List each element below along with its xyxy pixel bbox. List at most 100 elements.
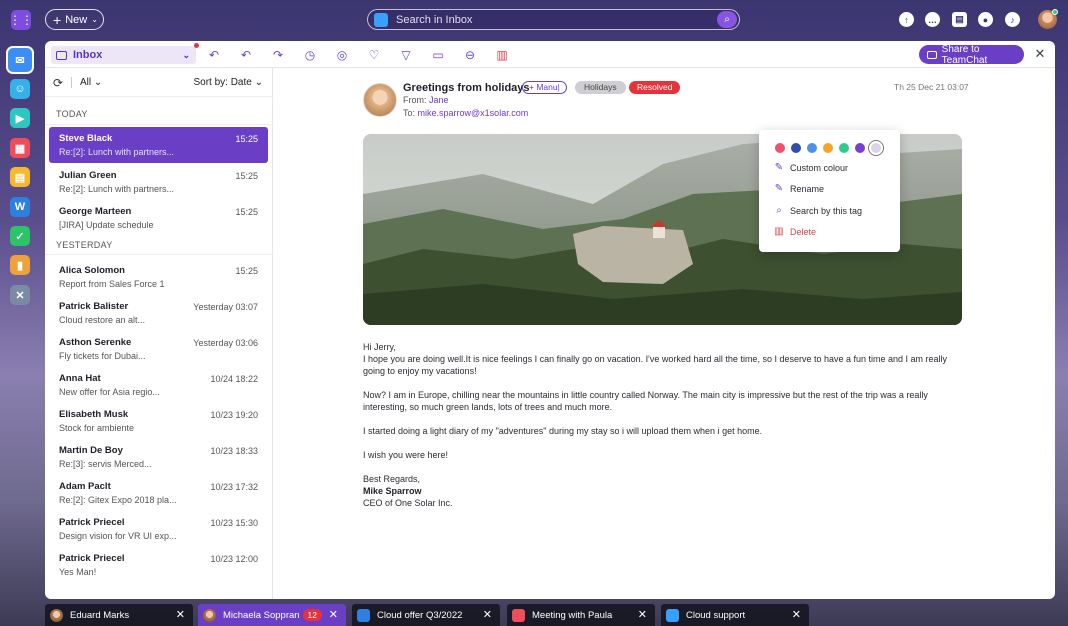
avatar: [50, 608, 63, 622]
trash-icon: ▥: [774, 226, 784, 237]
calendar-app-icon[interactable]: ▦: [10, 138, 30, 158]
task-label: Michaela Soppran: [223, 609, 300, 621]
tag-input[interactable]: + Manu|: [522, 81, 567, 94]
close-icon[interactable]: ✕: [1033, 46, 1047, 61]
menu-item-label: Custom colour: [790, 162, 849, 173]
task-tab-active[interactable]: Michaela Soppran 12 ✕: [198, 604, 346, 626]
section-today: TODAY: [56, 109, 88, 119]
list-item[interactable]: Elisabeth Musk Stock for ambiente 10/23 …: [49, 403, 268, 437]
mail-icon[interactable]: ✉: [8, 48, 32, 72]
search-icon[interactable]: ⌕: [717, 11, 737, 28]
search-input[interactable]: Search in Inbox: [396, 14, 717, 26]
close-icon[interactable]: ✕: [176, 608, 185, 621]
reply-icon[interactable]: ↶: [207, 48, 221, 62]
message-time: 10/23 12:00: [210, 554, 258, 564]
color-swatch[interactable]: [823, 143, 833, 153]
list-item[interactable]: Asthon Serenke Fly tickets for Dubai... …: [49, 331, 268, 365]
folder-selector[interactable]: Inbox ⌄: [51, 43, 199, 64]
task-tab[interactable]: Eduard Marks ✕: [45, 604, 193, 626]
email-paragraph: Now? I am in Europe, chilling near the m…: [363, 390, 928, 412]
message-time: 10/24 18:22: [210, 374, 258, 384]
color-swatch[interactable]: [775, 143, 785, 153]
task-tab[interactable]: Cloud offer Q3/2022 ✕: [352, 604, 500, 626]
list-item[interactable]: Alica Solomon Report from Sales Force 1 …: [49, 259, 268, 293]
mail-icon: [666, 608, 679, 622]
list-item[interactable]: Anna Hat New offer for Asia regio... 10/…: [49, 367, 268, 401]
color-swatch-selected[interactable]: [871, 143, 881, 153]
menu-item-search-tag[interactable]: ⌕ Search by this tag: [774, 205, 862, 216]
list-item[interactable]: Patrick Balister Cloud restore an alt...…: [49, 295, 268, 329]
message-subject: Re:[2]: Lunch with partners...: [59, 147, 175, 157]
clock-icon[interactable]: ◷: [303, 48, 317, 62]
forward-icon[interactable]: ↷: [271, 48, 285, 62]
print-icon[interactable]: ▭: [431, 48, 445, 62]
user-avatar[interactable]: [1038, 9, 1058, 29]
message-subject: Re:[2]: Lunch with partners...: [59, 184, 175, 194]
tag-holidays[interactable]: Holidays: [575, 81, 626, 94]
bell-icon[interactable]: ♪: [1005, 12, 1020, 27]
color-swatch[interactable]: [839, 143, 849, 153]
close-icon[interactable]: ✕: [792, 608, 801, 621]
avatar: [203, 608, 216, 622]
reply-all-icon[interactable]: ↶: [239, 48, 253, 62]
block-icon[interactable]: ⊖: [463, 48, 477, 62]
list-item[interactable]: Julian Green Re:[2]: Lunch with partners…: [49, 164, 268, 198]
apps-grid-icon[interactable]: ⋮⋮: [9, 10, 33, 30]
close-icon[interactable]: ✕: [638, 608, 647, 621]
message-time: 15:25: [235, 134, 258, 144]
notes-icon[interactable]: ▤: [10, 167, 30, 187]
calendar-icon: [512, 608, 525, 622]
calendar-icon[interactable]: ▤: [952, 12, 967, 27]
word-icon[interactable]: W: [10, 197, 30, 217]
message-icon[interactable]: ●: [978, 12, 993, 27]
color-swatch[interactable]: [791, 143, 801, 153]
filter-label: All: [80, 77, 92, 88]
menu-item-delete[interactable]: ▥ Delete: [774, 226, 816, 237]
trash-icon[interactable]: ▥: [495, 48, 509, 62]
online-status-dot: [1052, 9, 1058, 15]
from-sender-link[interactable]: Jane: [429, 95, 449, 105]
color-swatch[interactable]: [855, 143, 865, 153]
list-item[interactable]: Martin De Boy Re:[3]: servis Merced... 1…: [49, 439, 268, 473]
close-icon[interactable]: ✕: [329, 608, 338, 621]
menu-item-custom-colour[interactable]: ✎ Custom colour: [774, 162, 848, 173]
divider: [45, 124, 273, 125]
to-address-link[interactable]: mike.sparrow@x1solar.com: [418, 108, 529, 118]
thumbs-down-icon[interactable]: ▽: [399, 48, 413, 62]
menu-item-rename[interactable]: ✎ Rename: [774, 183, 824, 194]
share-to-teamchat-button[interactable]: Share to TeamChat: [919, 44, 1024, 66]
color-swatch[interactable]: [807, 143, 817, 153]
email-paragraph: I wish you were here!: [363, 450, 449, 460]
upload-icon[interactable]: ↑: [899, 12, 914, 27]
list-item[interactable]: Adam Paclt Re:[2]: Gitex Expo 2018 pla..…: [49, 475, 268, 509]
search-bar[interactable]: Search in Inbox ⌕: [367, 9, 740, 30]
check-circle-icon[interactable]: ◎: [335, 48, 349, 62]
refresh-icon[interactable]: ⟳: [53, 76, 63, 90]
menu-item-label: Search by this tag: [790, 205, 863, 216]
message-subject: Stock for ambiente: [59, 423, 135, 433]
list-item[interactable]: George Marteen [JIRA] Update schedule 15…: [49, 200, 268, 234]
new-button[interactable]: + New ⌄: [45, 9, 104, 30]
message-time: Yesterday 03:06: [193, 338, 258, 348]
thumbs-up-icon[interactable]: ♡: [367, 48, 381, 62]
documents-icon[interactable]: ▮: [10, 255, 30, 275]
tag-resolved[interactable]: Resolved: [629, 81, 681, 94]
list-item[interactable]: Patrick Priecel Yes Man! 10/23 12:00: [49, 547, 268, 581]
chevron-down-icon: ⌄: [182, 49, 190, 60]
list-item[interactable]: Patrick Priecel Design vision for VR UI …: [49, 511, 268, 545]
tools-icon[interactable]: ✕: [10, 285, 30, 305]
list-item[interactable]: Steve Black Re:[2]: Lunch with partners.…: [49, 127, 268, 163]
message-subject: Re:[3]: servis Merced...: [59, 459, 152, 469]
task-label: Cloud support: [686, 609, 746, 621]
task-tab[interactable]: Meeting with Paula ✕: [507, 604, 655, 626]
chat-icon[interactable]: …: [925, 12, 940, 27]
message-subject: Fly tickets for Dubai...: [59, 351, 146, 361]
tasks-icon[interactable]: ✓: [10, 226, 30, 246]
sender-name: Alica Solomon: [59, 265, 125, 276]
video-icon[interactable]: ▶: [10, 108, 30, 128]
contacts-icon[interactable]: ☺: [10, 79, 30, 99]
filter-dropdown[interactable]: All ⌄: [80, 77, 102, 88]
close-icon[interactable]: ✕: [483, 608, 492, 621]
task-tab[interactable]: Cloud support ✕: [661, 604, 809, 626]
sort-dropdown[interactable]: Sort by: Date ⌄: [193, 77, 263, 88]
